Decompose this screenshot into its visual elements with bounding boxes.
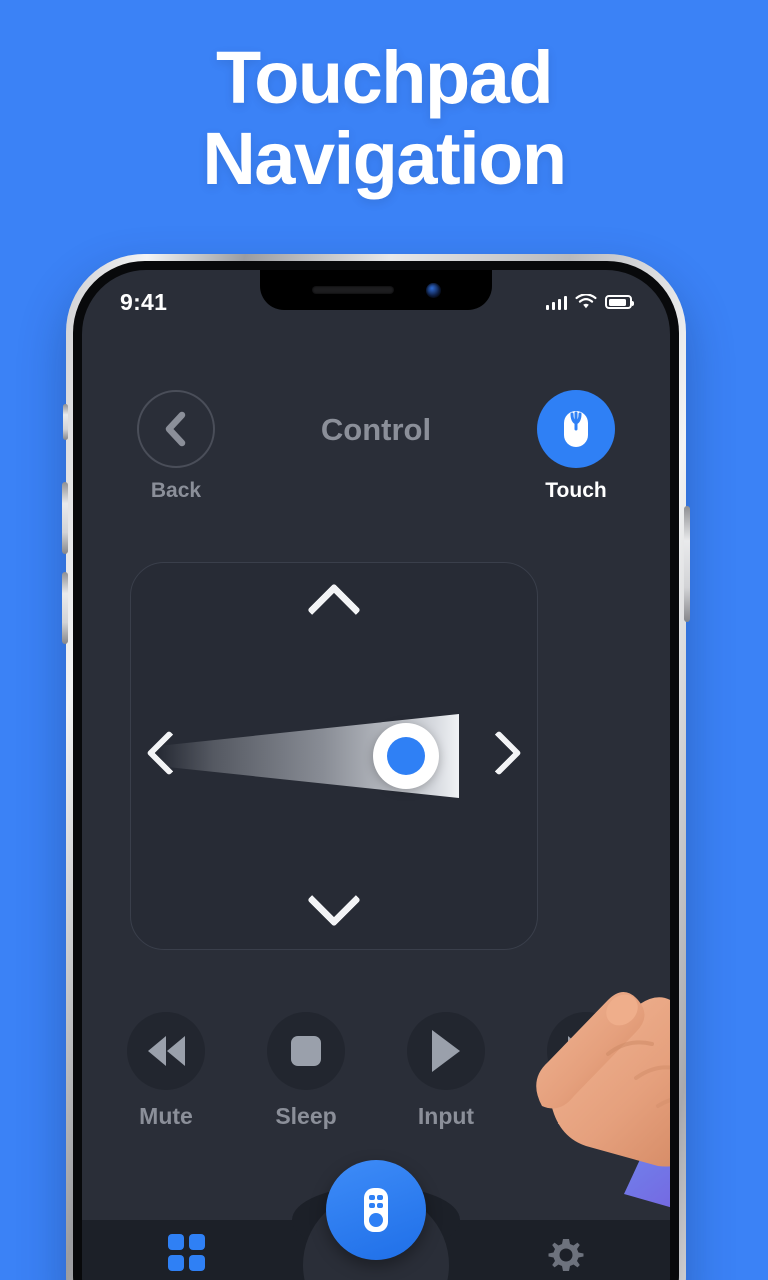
chevron-left-icon[interactable] <box>146 730 192 776</box>
remote-fab-button[interactable] <box>326 1160 426 1260</box>
notch <box>260 270 492 310</box>
tab-bar: Control Settings <box>82 1160 670 1280</box>
media-button-sleep[interactable]: Sleep <box>256 1012 356 1130</box>
gear-icon <box>548 1239 583 1271</box>
chevron-right-icon[interactable] <box>476 730 522 776</box>
fast-forward-icon <box>547 1012 625 1090</box>
media-label: Mute <box>139 1103 193 1129</box>
touchpad-area[interactable] <box>130 562 538 950</box>
wifi-icon <box>575 294 597 309</box>
chevron-down-icon[interactable] <box>307 873 361 927</box>
app-header: Back Control Touch <box>82 390 670 503</box>
earpiece-speaker-icon <box>311 286 394 294</box>
front-camera-icon <box>425 282 441 298</box>
phone-frame: 9:41 Back Control Touch Mute Sleep Input… <box>62 254 690 1280</box>
volume-up-button[interactable] <box>62 482 68 554</box>
rewind-icon <box>127 1012 205 1090</box>
chevron-left-icon <box>165 411 186 447</box>
back-button[interactable]: Back <box>124 390 228 503</box>
headline-line-2: Navigation <box>202 116 567 200</box>
phone-screen: 9:41 Back Control Touch Mute Sleep Input… <box>82 270 670 1280</box>
media-buttons-row: Mute Sleep Input Apps <box>82 1012 670 1130</box>
media-button-input[interactable]: Input <box>396 1012 496 1130</box>
media-button-mute[interactable]: Mute <box>116 1012 216 1130</box>
mute-switch[interactable] <box>63 404 68 440</box>
back-label: Back <box>150 479 202 502</box>
tab-settings[interactable]: Settings <box>461 1234 670 1280</box>
touch-label: Touch <box>545 479 607 502</box>
cursor-dot-icon <box>373 723 439 789</box>
remote-control-icon <box>364 1188 388 1232</box>
media-button-apps[interactable]: Apps <box>536 1012 636 1130</box>
volume-down-button[interactable] <box>62 572 68 644</box>
cellular-signal-icon <box>545 295 567 310</box>
promo-screenshot: Touchpad Navigation 9:41 Back Control To… <box>0 0 768 1280</box>
touch-mode-button[interactable]: Touch <box>524 390 628 503</box>
play-icon <box>407 1012 485 1090</box>
power-button[interactable] <box>684 506 690 622</box>
stop-icon <box>267 1012 345 1090</box>
status-icons <box>545 294 634 310</box>
status-time: 9:41 <box>120 288 168 315</box>
back-circle[interactable] <box>137 390 215 468</box>
mouse-icon <box>564 411 588 447</box>
grid-icon <box>168 1234 205 1271</box>
phone-bezel: 9:41 Back Control Touch Mute Sleep Input… <box>73 261 679 1280</box>
screen-title: Control <box>320 412 432 447</box>
media-label: Apps <box>557 1103 615 1129</box>
media-label: Input <box>417 1103 475 1129</box>
battery-icon <box>605 295 634 309</box>
page-title: Touchpad Navigation <box>0 41 768 200</box>
touch-circle[interactable] <box>537 390 615 468</box>
chevron-up-icon[interactable] <box>307 583 361 637</box>
headline-line-1: Touchpad <box>215 36 554 119</box>
media-label: Sleep <box>275 1103 337 1129</box>
tab-control[interactable]: Control <box>82 1234 291 1280</box>
